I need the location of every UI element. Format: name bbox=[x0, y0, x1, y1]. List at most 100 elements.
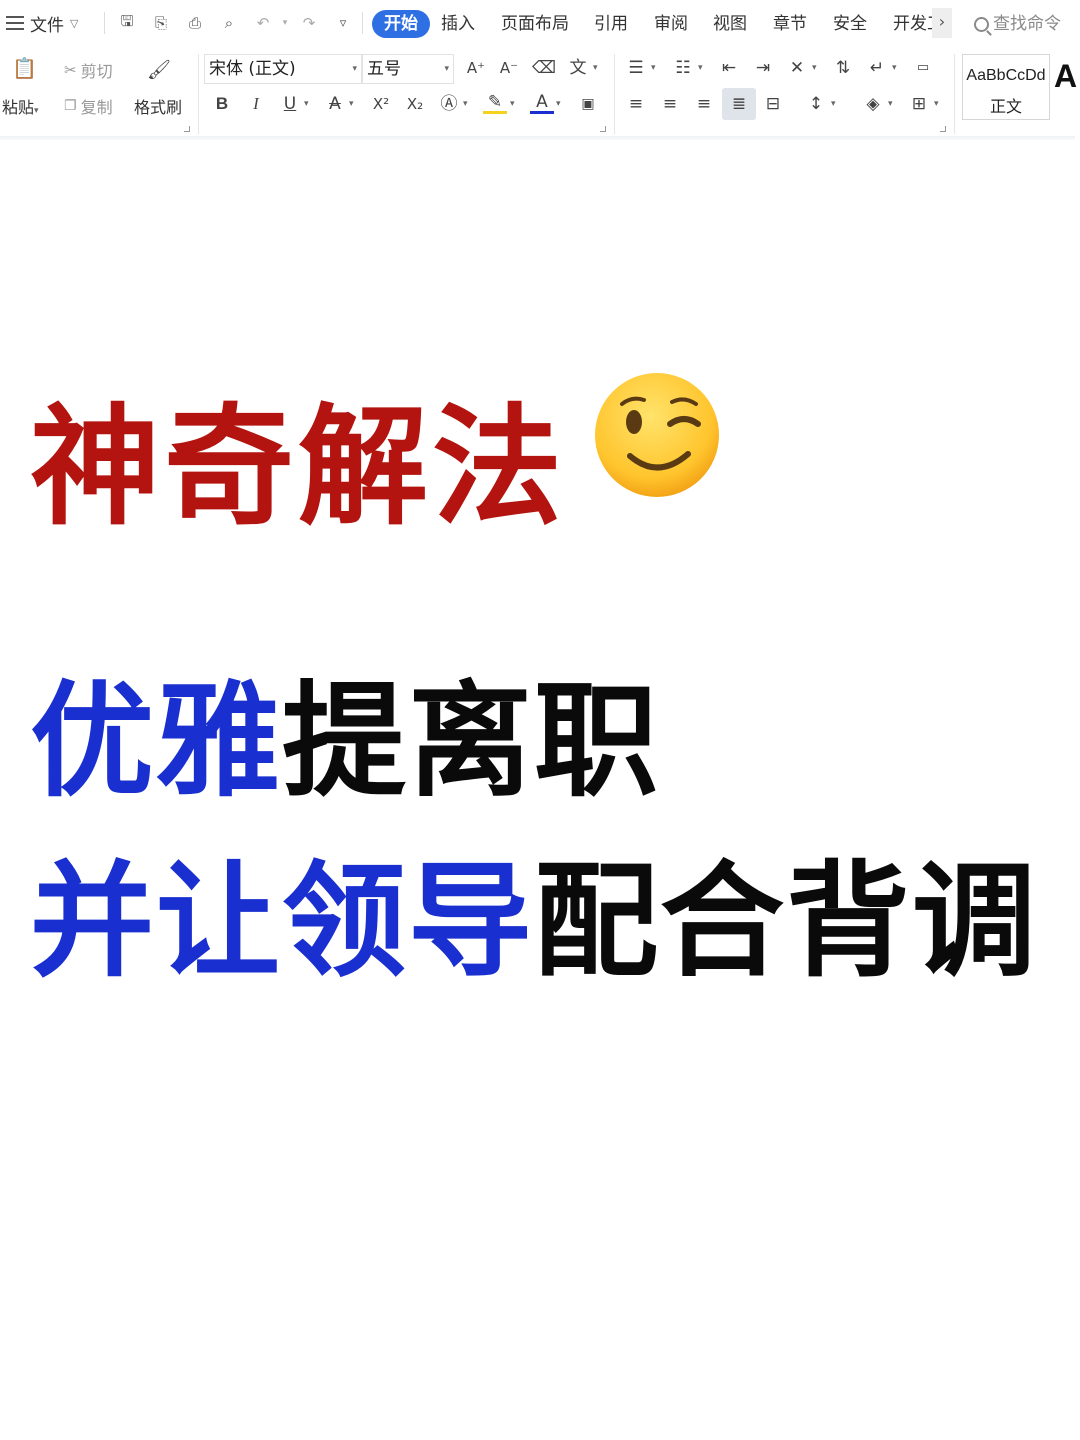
chevron-down-icon[interactable]: ▾ bbox=[934, 99, 939, 109]
decrease-indent-icon[interactable]: ⇤ bbox=[717, 56, 741, 80]
strikethrough-icon[interactable]: A bbox=[323, 92, 347, 116]
file-menu[interactable]: 文件 ▽ bbox=[6, 10, 78, 36]
cut-button[interactable]: ✂ 剪切 bbox=[64, 58, 113, 82]
tab-review[interactable]: 审阅 bbox=[654, 10, 688, 38]
underline-icon[interactable]: U bbox=[278, 92, 302, 116]
scissors-icon: ✂ bbox=[64, 61, 77, 79]
shrink-font-icon[interactable]: A⁻ bbox=[497, 56, 521, 80]
bold-icon[interactable]: B bbox=[210, 92, 234, 116]
chevron-down-icon[interactable]: ▾ bbox=[698, 63, 703, 73]
line-spacing-icon[interactable]: ↕ bbox=[804, 92, 828, 116]
chevron-down-icon[interactable]: ▾ bbox=[349, 99, 354, 109]
chevron-down-icon[interactable]: ▾ bbox=[463, 99, 468, 109]
toolbar-shadow bbox=[0, 136, 1075, 140]
cut-label: 剪切 bbox=[80, 62, 113, 81]
chevron-down-icon[interactable]: ▾ bbox=[651, 63, 656, 73]
headline-title: 神奇解法 bbox=[30, 391, 567, 543]
headline-highlight: 优雅 bbox=[30, 670, 283, 814]
ribbon: 文件 ▽ 🖫 ⎘ ⎙ ⌕ ↶ ▾ ↷ ▿ 开始 插入 页面布局 引用 审阅 视图… bbox=[0, 0, 1080, 140]
dialog-launcher-icon[interactable] bbox=[940, 126, 946, 132]
headline-line-3: 并让领导配合背调 bbox=[30, 820, 1038, 1000]
superscript-icon[interactable]: X² bbox=[369, 92, 393, 116]
subscript-icon[interactable]: X₂ bbox=[403, 92, 427, 116]
headline-text: 配合背调 bbox=[534, 850, 1039, 994]
tab-developer[interactable]: 开发工 bbox=[893, 10, 933, 38]
chevron-down-icon[interactable]: ▾ bbox=[888, 99, 893, 109]
dialog-launcher-icon[interactable] bbox=[184, 126, 190, 132]
style-normal[interactable]: AaBbCcDd 正文 bbox=[962, 54, 1050, 120]
character-border-icon[interactable]: ▣ bbox=[576, 92, 600, 116]
ruler-icon[interactable]: ▭ bbox=[911, 56, 935, 80]
home-toolbar: 📋 粘贴▾ ✂ 剪切 ❐ 复制 🖌 格式刷 宋体 (正文) ▾ 五号 ▾ A⁺ … bbox=[0, 48, 1080, 140]
copy-button[interactable]: ❐ 复制 bbox=[64, 94, 113, 118]
command-search[interactable]: 查找命令 bbox=[974, 10, 1061, 38]
print-icon[interactable]: ⎙ bbox=[184, 12, 206, 34]
increase-indent-icon[interactable]: ⇥ bbox=[751, 56, 775, 80]
tab-page-layout[interactable]: 页面布局 bbox=[501, 10, 569, 38]
style-sample: AaBbCcDd bbox=[966, 67, 1046, 84]
align-left-icon[interactable]: ≡ bbox=[624, 92, 648, 116]
chevron-down-icon: ▾ bbox=[444, 64, 449, 74]
chevron-down-icon[interactable]: ▾ bbox=[831, 99, 836, 109]
format-painter-icon[interactable]: 🖌 bbox=[147, 58, 171, 82]
distribute-icon[interactable]: ⊟ bbox=[761, 92, 785, 116]
font-color-icon[interactable]: A bbox=[530, 92, 554, 114]
undo-dropdown-icon[interactable]: ▾ bbox=[274, 12, 296, 34]
customize-toolbar-icon[interactable]: ▿ bbox=[332, 12, 354, 34]
command-search-label: 查找命令 bbox=[993, 14, 1061, 34]
paste-icon[interactable]: 📋 bbox=[12, 56, 37, 80]
numbered-list-icon[interactable]: ☷ bbox=[671, 56, 695, 80]
format-painter-button[interactable]: 格式刷 bbox=[134, 94, 182, 118]
tab-security[interactable]: 安全 bbox=[833, 10, 867, 38]
paste-label: 粘贴 bbox=[2, 98, 35, 117]
undo-icon[interactable]: ↶ bbox=[252, 12, 274, 34]
print-preview-icon[interactable]: ⌕ bbox=[218, 12, 240, 34]
export-pdf-icon[interactable]: ⎘ bbox=[150, 12, 172, 34]
search-icon bbox=[974, 16, 989, 32]
show-marks-icon[interactable]: ↵ bbox=[865, 56, 889, 80]
copy-icon: ❐ bbox=[64, 98, 77, 114]
redo-icon[interactable]: ↷ bbox=[298, 12, 320, 34]
font-family-select[interactable]: 宋体 (正文) ▾ bbox=[204, 54, 362, 84]
save-icon[interactable]: 🖫 bbox=[116, 12, 138, 34]
headline-highlight: 并让领导 bbox=[30, 850, 535, 994]
chevron-down-icon[interactable]: ▾ bbox=[892, 63, 897, 73]
chevron-down-icon[interactable]: ▾ bbox=[593, 63, 598, 73]
sort-icon[interactable]: ⇅ bbox=[831, 56, 855, 80]
chinese-layout-icon[interactable]: ✕ bbox=[785, 56, 809, 80]
chevron-down-icon[interactable]: ▾ bbox=[812, 63, 817, 73]
chevron-down-icon[interactable]: ▾ bbox=[556, 99, 561, 109]
grow-font-icon[interactable]: A⁺ bbox=[464, 56, 488, 80]
italic-icon[interactable]: I bbox=[244, 92, 268, 116]
justify-icon[interactable]: ≣ bbox=[727, 92, 751, 116]
text-effects-icon[interactable]: Ⓐ bbox=[437, 92, 461, 116]
chevron-down-icon: ▾ bbox=[352, 64, 357, 74]
paste-button[interactable]: 粘贴▾ bbox=[2, 94, 39, 118]
menu-bar: 文件 ▽ 🖫 ⎘ ⎙ ⌕ ↶ ▾ ↷ ▿ 开始 插入 页面布局 引用 审阅 视图… bbox=[0, 0, 1080, 46]
font-family-value: 宋体 (正文) bbox=[209, 59, 296, 79]
chevron-down-icon[interactable]: ▾ bbox=[510, 99, 515, 109]
align-right-icon[interactable]: ≡ bbox=[692, 92, 716, 116]
clear-format-icon[interactable]: ⌫ bbox=[532, 56, 556, 80]
font-size-select[interactable]: 五号 ▾ bbox=[362, 54, 454, 84]
bullet-list-icon[interactable]: ☰ bbox=[624, 56, 648, 80]
style-heading-preview[interactable]: A bbox=[1054, 58, 1077, 95]
chevron-down-icon[interactable]: ▾ bbox=[304, 99, 309, 109]
dialog-launcher-icon[interactable] bbox=[600, 126, 606, 132]
tab-home[interactable]: 开始 bbox=[372, 10, 430, 38]
divider bbox=[104, 12, 105, 34]
headline-text: 提离职 bbox=[282, 670, 661, 814]
tabs-scroll-right-button[interactable]: › bbox=[932, 8, 952, 38]
tab-chapter[interactable]: 章节 bbox=[773, 10, 807, 38]
copy-label: 复制 bbox=[80, 98, 113, 117]
tab-view[interactable]: 视图 bbox=[713, 10, 747, 38]
shading-icon[interactable]: ◈ bbox=[861, 92, 885, 116]
align-center-icon[interactable]: ≡ bbox=[658, 92, 682, 116]
tab-references[interactable]: 引用 bbox=[594, 10, 628, 38]
phonetic-guide-icon[interactable]: 文 bbox=[566, 56, 590, 80]
style-name: 正文 bbox=[989, 97, 1022, 116]
font-size-value: 五号 bbox=[367, 59, 401, 79]
tab-insert[interactable]: 插入 bbox=[441, 10, 475, 38]
borders-icon[interactable]: ⊞ bbox=[907, 92, 931, 116]
highlight-icon[interactable]: ✎ bbox=[483, 92, 507, 114]
